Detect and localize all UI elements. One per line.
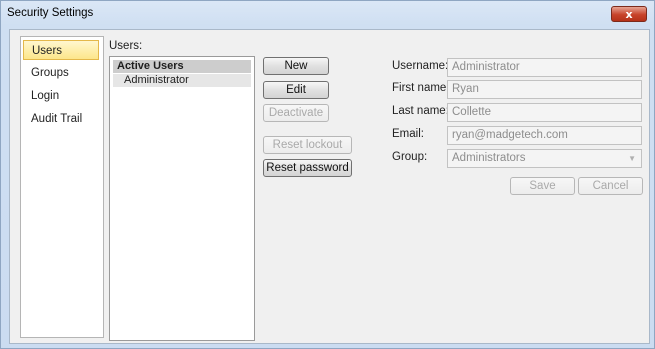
users-list[interactable]: Active Users Administrator xyxy=(109,56,255,341)
group-select[interactable]: Administrators ▼ xyxy=(447,149,642,168)
list-item-administrator[interactable]: Administrator xyxy=(113,74,251,87)
chevron-down-icon: ▼ xyxy=(628,154,636,163)
reset-lockout-button[interactable]: Reset lockout xyxy=(263,136,352,154)
username-label: Username: xyxy=(392,60,449,72)
dialog-body: Users Groups Login Audit Trail Users: Ac… xyxy=(9,29,650,344)
settings-nav: Users Groups Login Audit Trail xyxy=(20,36,104,338)
nav-item-users[interactable]: Users xyxy=(23,40,99,60)
window-title: Security Settings xyxy=(7,7,94,19)
first-name-label: First name: xyxy=(392,82,450,94)
group-label: Group: xyxy=(392,151,428,163)
email-field[interactable]: ryan@madgetech.com xyxy=(447,126,642,145)
last-name-field[interactable]: Collette xyxy=(447,103,642,122)
cancel-button[interactable]: Cancel xyxy=(578,177,643,195)
users-label: Users: xyxy=(109,40,143,52)
first-name-field[interactable]: Ryan xyxy=(447,80,642,99)
list-group-header: Active Users xyxy=(113,60,251,73)
email-label: Email: xyxy=(392,128,424,140)
group-select-value: Administrators xyxy=(452,152,526,164)
nav-item-audit-trail[interactable]: Audit Trail xyxy=(23,109,99,129)
last-name-label: Last name: xyxy=(392,105,449,117)
edit-button[interactable]: Edit xyxy=(263,81,329,99)
close-icon: x xyxy=(625,8,633,21)
nav-item-groups[interactable]: Groups xyxy=(23,63,99,83)
save-button[interactable]: Save xyxy=(510,177,575,195)
close-button[interactable]: x xyxy=(611,6,647,22)
security-settings-window: Security Settings x Users Groups Login A… xyxy=(0,0,655,349)
new-button[interactable]: New xyxy=(263,57,329,75)
title-bar[interactable]: Security Settings x xyxy=(1,1,654,27)
deactivate-button[interactable]: Deactivate xyxy=(263,104,329,122)
nav-item-login[interactable]: Login xyxy=(23,86,99,106)
reset-password-button[interactable]: Reset password xyxy=(263,159,352,177)
username-field[interactable]: Administrator xyxy=(447,58,642,77)
